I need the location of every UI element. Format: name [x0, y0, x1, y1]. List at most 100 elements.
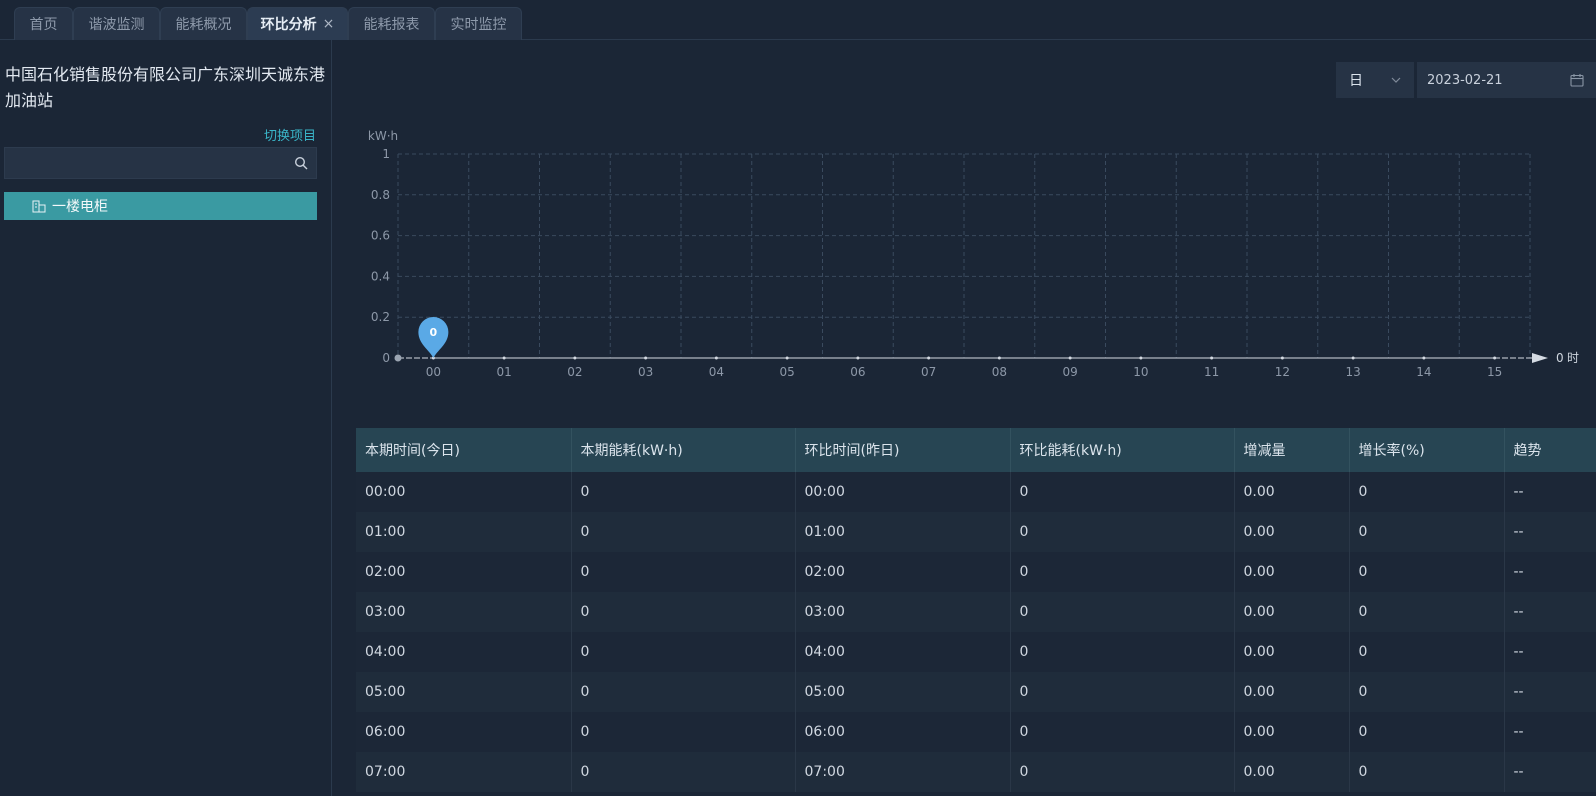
- table-cell: 0: [1349, 592, 1505, 632]
- data-point: [1422, 356, 1426, 360]
- table-cell: 02:00: [795, 552, 1011, 592]
- x-tick-label: 00: [426, 365, 441, 379]
- data-point: [1139, 356, 1143, 360]
- table-cell: 01:00: [356, 512, 572, 552]
- table-row: 01:00 0 01:00 0 0.00 0 --: [356, 512, 1596, 552]
- column-header: 增长率(%): [1349, 428, 1505, 472]
- table-cell: 0: [1349, 752, 1505, 792]
- table-row: 07:00 0 07:00 0 0.00 0 --: [356, 752, 1596, 792]
- date-picker[interactable]: 2023-02-21: [1417, 62, 1596, 98]
- table-cell: 0: [1010, 512, 1235, 552]
- x-tick-label: 03: [638, 365, 653, 379]
- tab-label: 环比分析: [260, 17, 317, 33]
- x-tick-label: 15: [1487, 365, 1502, 379]
- table-cell: 03:00: [356, 592, 572, 632]
- table-cell: 0: [1010, 552, 1235, 592]
- data-point: [997, 356, 1001, 360]
- close-icon[interactable]: ×: [323, 16, 335, 32]
- table-cell: --: [1504, 512, 1596, 552]
- table-cell: 0.00: [1234, 752, 1350, 792]
- switch-project-link[interactable]: 切换项目: [264, 125, 316, 144]
- tab-energy-overview[interactable]: 能耗概况: [160, 7, 247, 40]
- table-cell: --: [1504, 592, 1596, 632]
- table-header-row: 本期时间(今日) 本期能耗(kW·h) 环比时间(昨日) 环比能耗(kW·h) 增减量增…: [356, 428, 1596, 472]
- x-unit-label: 时: [1567, 351, 1579, 365]
- table-cell: 0.00: [1234, 592, 1350, 632]
- column-header: 本期时间(今日): [356, 428, 572, 472]
- x-tick-label: 06: [850, 365, 865, 379]
- data-point: [927, 356, 931, 360]
- data-point: [785, 356, 789, 360]
- table-cell: --: [1504, 752, 1596, 792]
- x-tick-label: 11: [1204, 365, 1219, 379]
- period-select[interactable]: 日: [1336, 62, 1414, 98]
- tab-label: 能耗概况: [175, 17, 232, 33]
- table-cell: 0: [1010, 712, 1235, 752]
- column-header: 增减量: [1234, 428, 1350, 472]
- x-tick-label: 10: [1133, 365, 1148, 379]
- tab-realtime-monitor[interactable]: 实时监控: [435, 7, 522, 40]
- table-cell: 04:00: [356, 632, 572, 672]
- table-cell: 0: [571, 672, 796, 712]
- table-row: 05:00 0 05:00 0 0.00 0 --: [356, 672, 1596, 712]
- table-cell: 04:00: [795, 632, 1011, 672]
- table-cell: 0: [571, 552, 796, 592]
- table-cell: 05:00: [795, 672, 1011, 712]
- table-cell: 07:00: [795, 752, 1011, 792]
- ratio-chart: 00.20.40.60.81kW·h0 时00 01 02 03 04 05 06 07 08 09…: [368, 129, 1579, 379]
- table-cell: 0: [1349, 552, 1505, 592]
- x-tick-label: 02: [567, 365, 582, 379]
- search-icon[interactable]: [294, 156, 308, 170]
- y-tick-label: 0.6: [371, 229, 390, 243]
- table-cell: 02:00: [356, 552, 572, 592]
- table-row: 02:00 0 02:00 0 0.00 0 --: [356, 552, 1596, 592]
- data-point: [502, 356, 506, 360]
- tab-label: 实时监控: [450, 17, 507, 33]
- table-cell: 0: [1349, 512, 1505, 552]
- tab-label: 谐波监测: [88, 17, 145, 33]
- table-row: 00:00 0 00:00 0 0.00 0 --: [356, 472, 1596, 512]
- table-row: 03:00 0 03:00 0 0.00 0 --: [356, 592, 1596, 632]
- table-cell: 0.00: [1234, 512, 1350, 552]
- data-point: [1280, 356, 1284, 360]
- x-tick-label: 08: [992, 365, 1007, 379]
- chevron-down-icon: [1391, 77, 1401, 83]
- tree-item-first-floor-cabinet[interactable]: 一楼电柜: [4, 192, 317, 220]
- x-tick-label: 13: [1345, 365, 1360, 379]
- tab-energy-report[interactable]: 能耗报表: [348, 7, 435, 40]
- tab-label: 能耗报表: [363, 17, 420, 33]
- date-value: 2023-02-21: [1427, 72, 1503, 88]
- table-cell: 0: [1010, 632, 1235, 672]
- table-cell: 0: [1349, 712, 1505, 752]
- tree-item-label: 一楼电柜: [52, 199, 108, 215]
- column-header: 本期能耗(kW·h): [571, 428, 796, 472]
- data-point: [573, 356, 577, 360]
- x-tick-label: 05: [779, 365, 794, 379]
- table-cell: 0: [1010, 592, 1235, 632]
- table-cell: --: [1504, 632, 1596, 672]
- table-cell: 0: [1349, 472, 1505, 512]
- tab-home[interactable]: 首页: [14, 7, 73, 40]
- project-name: 中国石化销售股份有限公司广东深圳天诚东港加油站: [5, 65, 326, 110]
- data-point: [1068, 356, 1072, 360]
- sidebar: 中国石化销售股份有限公司广东深圳天诚东港加油站 切换项目 一楼电柜: [0, 40, 332, 796]
- tab-ratio-analysis[interactable]: 环比分析 ×: [247, 7, 348, 40]
- table-cell: 00:00: [356, 472, 572, 512]
- table-cell: 0.00: [1234, 552, 1350, 592]
- search-input[interactable]: [5, 148, 316, 178]
- x-tick-label: 14: [1416, 365, 1431, 379]
- table-cell: 0: [571, 712, 796, 752]
- x-tick-label: 09: [1062, 365, 1077, 379]
- table-cell: 0: [1010, 752, 1235, 792]
- tab-label: 首页: [29, 17, 58, 33]
- x-axis-arrow: [1532, 353, 1548, 363]
- x-tick-label: 01: [496, 365, 511, 379]
- table-cell: 06:00: [356, 712, 572, 752]
- table-cell: --: [1504, 552, 1596, 592]
- column-header: 环比能耗(kW·h): [1010, 428, 1235, 472]
- search-field: [4, 147, 317, 179]
- table-cell: 0: [1349, 632, 1505, 672]
- table-cell: 0: [571, 472, 796, 512]
- x-start-label: 0: [1556, 351, 1564, 365]
- tab-harmonic[interactable]: 谐波监测: [73, 7, 160, 40]
